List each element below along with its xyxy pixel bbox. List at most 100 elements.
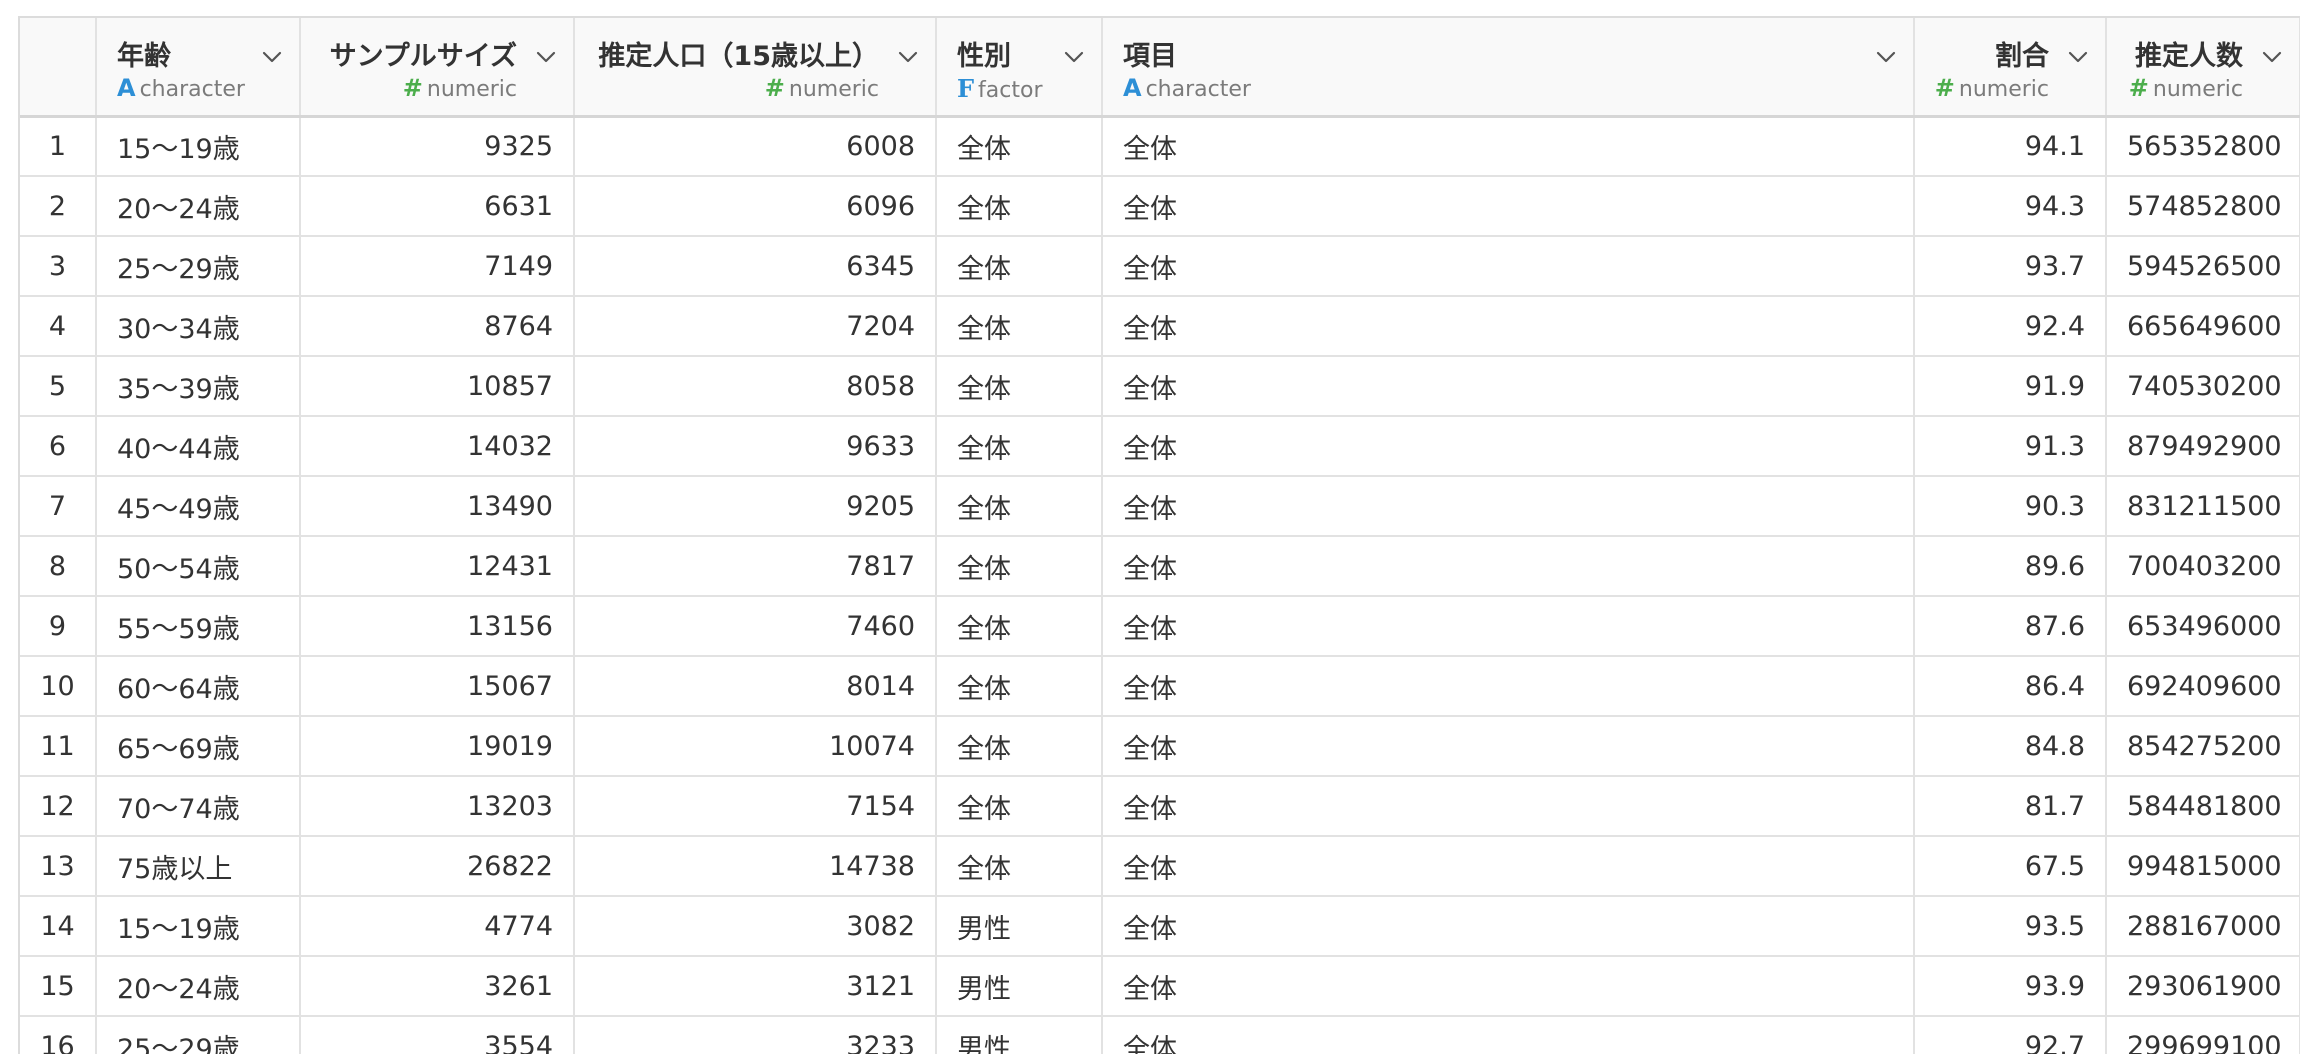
table-cell[interactable]: 12431 [300,536,575,597]
table-row[interactable]: 16 25〜29歳 3554 3233 男性 全体 92.7 299699100 [20,1016,2300,1054]
table-row[interactable]: 2 20〜24歳 6631 6096 全体 全体 94.3 574852800 [20,176,2300,237]
table-row[interactable]: 12 70〜74歳 13203 7154 全体 全体 81.7 584481800 [20,776,2300,837]
table-row[interactable]: 7 45〜49歳 13490 9205 全体 全体 90.3 831211500 [20,476,2300,537]
table-cell[interactable]: 全体 [936,656,1103,717]
table-cell[interactable]: 67.5 [1914,836,2107,897]
table-cell[interactable]: 9205 [574,476,937,537]
table-cell[interactable]: 87.6 [1914,596,2107,657]
table-cell[interactable]: 7154 [574,776,937,837]
table-cell[interactable]: 全体 [1102,536,1915,597]
table-cell[interactable]: 8014 [574,656,937,717]
table-cell[interactable]: 男性 [936,956,1103,1017]
table-cell[interactable]: 25〜29歳 [96,1016,301,1054]
chevron-down-icon[interactable] [895,44,921,70]
table-cell[interactable]: 3082 [574,896,937,957]
table-cell[interactable]: 70〜74歳 [96,776,301,837]
table-cell[interactable]: 全体 [936,476,1103,537]
table-cell[interactable]: 3233 [574,1016,937,1054]
table-cell[interactable]: 13203 [300,776,575,837]
table-cell[interactable]: 7460 [574,596,937,657]
table-cell[interactable]: 20〜24歳 [96,956,301,1017]
table-row[interactable]: 14 15〜19歳 4774 3082 男性 全体 93.5 288167000 [20,896,2300,957]
table-cell[interactable]: 665649600 [2106,296,2300,357]
table-cell[interactable]: 全体 [1102,656,1915,717]
table-cell[interactable]: 6008 [574,116,937,177]
table-cell[interactable]: 30〜34歳 [96,296,301,357]
table-cell[interactable]: 65〜69歳 [96,716,301,777]
table-row[interactable]: 15 20〜24歳 3261 3121 男性 全体 93.9 293061900 [20,956,2300,1017]
table-cell[interactable]: 293061900 [2106,956,2300,1017]
table-cell[interactable]: 全体 [936,836,1103,897]
table-cell[interactable]: 7204 [574,296,937,357]
table-cell[interactable]: 9325 [300,116,575,177]
table-cell[interactable]: 全体 [1102,896,1915,957]
table-cell[interactable]: 91.3 [1914,416,2107,477]
table-cell[interactable]: 90.3 [1914,476,2107,537]
chevron-down-icon[interactable] [2065,44,2091,70]
table-row[interactable]: 4 30〜34歳 8764 7204 全体 全体 92.4 665649600 [20,296,2300,357]
table-cell[interactable]: 10074 [574,716,937,777]
table-cell[interactable]: 700403200 [2106,536,2300,597]
table-cell[interactable]: 565352800 [2106,116,2300,177]
table-cell[interactable]: 6096 [574,176,937,237]
table-cell[interactable]: 7149 [300,236,575,297]
table-cell[interactable]: 40〜44歳 [96,416,301,477]
chevron-down-icon[interactable] [2259,44,2285,70]
table-cell[interactable]: 3121 [574,956,937,1017]
table-row[interactable]: 3 25〜29歳 7149 6345 全体 全体 93.7 594526500 [20,236,2300,297]
table-cell[interactable]: 879492900 [2106,416,2300,477]
table-cell[interactable]: 692409600 [2106,656,2300,717]
table-row[interactable]: 13 75歳以上 26822 14738 全体 全体 67.5 994815000 [20,836,2300,897]
table-cell[interactable]: 全体 [936,776,1103,837]
table-cell[interactable]: 84.8 [1914,716,2107,777]
table-cell[interactable]: 81.7 [1914,776,2107,837]
table-cell[interactable]: 6345 [574,236,937,297]
table-cell[interactable]: 全体 [936,596,1103,657]
table-cell[interactable]: 14032 [300,416,575,477]
chevron-down-icon[interactable] [1873,44,1899,70]
table-cell[interactable]: 9633 [574,416,937,477]
table-cell[interactable]: 3554 [300,1016,575,1054]
table-cell[interactable]: 15〜19歳 [96,896,301,957]
table-cell[interactable]: 全体 [936,176,1103,237]
table-cell[interactable]: 全体 [936,236,1103,297]
table-cell[interactable]: 全体 [1102,116,1915,177]
column-header-2[interactable]: 推定人口（15歳以上） # numeric [574,18,937,118]
table-row[interactable]: 5 35〜39歳 10857 8058 全体 全体 91.9 740530200 [20,356,2300,417]
table-cell[interactable]: 全体 [1102,236,1915,297]
table-cell[interactable]: 8058 [574,356,937,417]
table-cell[interactable]: 594526500 [2106,236,2300,297]
table-cell[interactable]: 全体 [1102,416,1915,477]
table-cell[interactable]: 854275200 [2106,716,2300,777]
table-row[interactable]: 10 60〜64歳 15067 8014 全体 全体 86.4 692409600 [20,656,2300,717]
table-cell[interactable]: 93.9 [1914,956,2107,1017]
table-cell[interactable]: 全体 [936,296,1103,357]
column-header-3[interactable]: 性別 Ffactor [936,18,1103,118]
table-cell[interactable]: 14738 [574,836,937,897]
table-cell[interactable]: 全体 [1102,776,1915,837]
table-cell[interactable]: 男性 [936,896,1103,957]
table-cell[interactable]: 653496000 [2106,596,2300,657]
table-row[interactable]: 6 40〜44歳 14032 9633 全体 全体 91.3 879492900 [20,416,2300,477]
table-cell[interactable]: 93.5 [1914,896,2107,957]
table-cell[interactable]: 全体 [1102,176,1915,237]
table-cell[interactable]: 全体 [1102,956,1915,1017]
table-row[interactable]: 9 55〜59歳 13156 7460 全体 全体 87.6 653496000 [20,596,2300,657]
table-cell[interactable]: 4774 [300,896,575,957]
table-cell[interactable]: 94.1 [1914,116,2107,177]
table-row[interactable]: 8 50〜54歳 12431 7817 全体 全体 89.6 700403200 [20,536,2300,597]
table-cell[interactable]: 19019 [300,716,575,777]
table-cell[interactable]: 60〜64歳 [96,656,301,717]
table-cell[interactable]: 86.4 [1914,656,2107,717]
table-row[interactable]: 1 15〜19歳 9325 6008 全体 全体 94.1 565352800 [20,116,2300,177]
table-cell[interactable]: 45〜49歳 [96,476,301,537]
table-cell[interactable]: 26822 [300,836,575,897]
table-cell[interactable]: 299699100 [2106,1016,2300,1054]
chevron-down-icon[interactable] [533,44,559,70]
table-cell[interactable]: 831211500 [2106,476,2300,537]
table-cell[interactable]: 574852800 [2106,176,2300,237]
table-cell[interactable]: 10857 [300,356,575,417]
table-cell[interactable]: 994815000 [2106,836,2300,897]
table-cell[interactable]: 55〜59歳 [96,596,301,657]
table-cell[interactable]: 93.7 [1914,236,2107,297]
